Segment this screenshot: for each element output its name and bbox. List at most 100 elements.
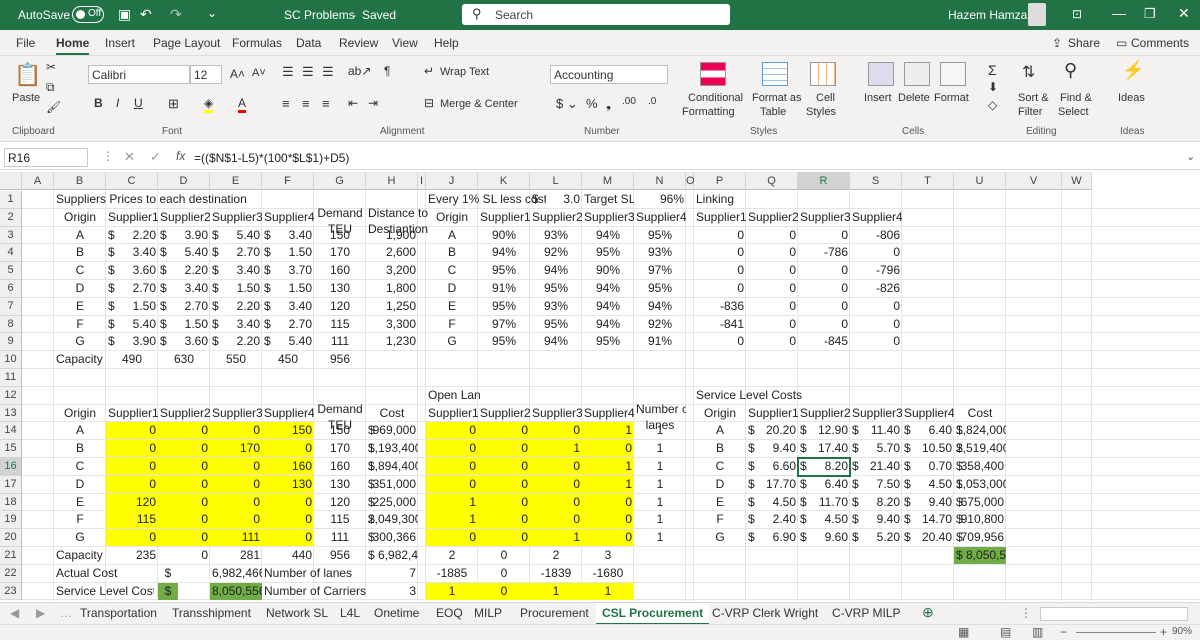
cell-H15[interactable]: 1,193,400: [366, 440, 418, 457]
cell-J6[interactable]: D: [426, 280, 478, 297]
format-table-icon[interactable]: [762, 62, 788, 86]
increase-decimal-icon[interactable]: .00: [622, 96, 636, 107]
cell-B23[interactable]: Service Level Cost: [54, 583, 154, 600]
cell-J14[interactable]: 0: [426, 422, 478, 440]
cell-E18[interactable]: 0: [210, 493, 262, 511]
cell-K14[interactable]: 0: [478, 422, 530, 440]
insert-cells-button[interactable]: Insert: [864, 92, 892, 104]
cell-E2[interactable]: Supplier3: [210, 209, 262, 227]
cell-H3[interactable]: 1,900: [366, 227, 418, 244]
cell-P16[interactable]: C: [694, 458, 746, 475]
cell-Q18[interactable]: 4.50: [746, 494, 798, 511]
cell-N17[interactable]: 1: [634, 476, 686, 493]
column-header[interactable]: M: [582, 172, 634, 190]
cell-J23[interactable]: 1: [426, 582, 478, 600]
cell-D18[interactable]: 0: [158, 493, 210, 511]
cell-R13[interactable]: Supplier2: [798, 405, 850, 422]
cell-B9[interactable]: G: [54, 333, 106, 350]
cell-G2[interactable]: Demand: [314, 205, 366, 222]
cell-S14[interactable]: 11.40: [850, 422, 902, 439]
column-header[interactable]: F: [262, 172, 314, 190]
cell-R3[interactable]: 0: [798, 227, 850, 244]
cell-H7[interactable]: 1,250: [366, 298, 418, 315]
column-header[interactable]: V: [1006, 172, 1062, 190]
cell-P2[interactable]: Supplier1: [694, 209, 746, 227]
delete-cells-icon[interactable]: [904, 62, 930, 86]
cell-F6[interactable]: 1.50: [262, 280, 314, 297]
underline-icon[interactable]: U: [134, 96, 143, 110]
cell-B3[interactable]: A: [54, 227, 106, 244]
cell-E3[interactable]: 5.40: [210, 227, 262, 244]
cell-N20[interactable]: 1: [634, 529, 686, 546]
cell-E4[interactable]: 2.70: [210, 244, 262, 261]
tab-eoq[interactable]: EOQ: [436, 606, 463, 620]
decrease-decimal-icon[interactable]: .0: [648, 96, 656, 107]
expand-formula-icon[interactable]: ⌄: [1186, 150, 1195, 163]
cell-R7[interactable]: 0: [798, 298, 850, 315]
cell-E22[interactable]: 6,982,466: [210, 565, 262, 582]
menu-data[interactable]: Data: [296, 36, 321, 50]
cell-C10[interactable]: 490: [106, 351, 158, 368]
cell-Q16[interactable]: 6.60: [746, 458, 798, 475]
column-header[interactable]: W: [1062, 172, 1092, 190]
cell-L21[interactable]: 2: [530, 547, 582, 564]
save-icon[interactable]: ▣: [118, 6, 131, 23]
cell-G4[interactable]: 170: [314, 244, 366, 261]
column-header[interactable]: A: [22, 172, 54, 190]
cell-B16[interactable]: C: [54, 458, 106, 475]
cell-E19[interactable]: 0: [210, 511, 262, 529]
cell-Q17[interactable]: 17.70: [746, 476, 798, 493]
cell-T14[interactable]: 6.40: [902, 422, 954, 439]
cell-F2[interactable]: Supplier4: [262, 209, 314, 227]
cell-J7[interactable]: E: [426, 298, 478, 315]
merge-icon[interactable]: ⊟: [424, 96, 434, 110]
cell-G8[interactable]: 115: [314, 316, 366, 333]
cell-F4[interactable]: 1.50: [262, 244, 314, 261]
align-left-icon[interactable]: ≡: [282, 96, 290, 111]
cell-G13[interactable]: Demand: [314, 401, 366, 418]
cell-C13[interactable]: Supplier1: [106, 405, 158, 422]
cell-F8[interactable]: 2.70: [262, 316, 314, 333]
cell-C7[interactable]: 1.50: [106, 298, 158, 315]
row-header[interactable]: 1: [0, 191, 22, 209]
row-header[interactable]: 15: [0, 440, 22, 458]
row-header[interactable]: 14: [0, 422, 22, 441]
cell-L7[interactable]: 93%: [530, 298, 582, 315]
italic-icon[interactable]: I: [116, 96, 119, 110]
cell-M18[interactable]: 0: [582, 493, 634, 511]
menu-formulas[interactable]: Formulas: [232, 36, 282, 50]
cancel-icon[interactable]: ✕: [124, 149, 135, 165]
cell-P8[interactable]: -841: [694, 316, 746, 333]
cell-R9[interactable]: -845: [798, 333, 850, 350]
cell-G14[interactable]: 150: [314, 422, 366, 439]
cell-C21[interactable]: 235: [106, 547, 158, 564]
comma-icon[interactable]: ❟: [606, 96, 611, 112]
cell-K4[interactable]: 94%: [478, 244, 530, 261]
cell-B6[interactable]: D: [54, 280, 106, 297]
cell-F19[interactable]: 0: [262, 511, 314, 529]
cell-U13[interactable]: Cost: [954, 405, 1006, 422]
cell-T19[interactable]: 14.70: [902, 511, 954, 528]
column-header[interactable]: K: [478, 172, 530, 190]
cell-L9[interactable]: 94%: [530, 333, 582, 350]
format-table-label[interactable]: Format as: [752, 92, 802, 104]
cell-D9[interactable]: 3.60: [158, 333, 210, 350]
cell-T18[interactable]: 9.40: [902, 494, 954, 511]
cell-B4[interactable]: B: [54, 244, 106, 261]
cell-G15[interactable]: 170: [314, 440, 366, 457]
cell-B7[interactable]: E: [54, 298, 106, 315]
cell-Q4[interactable]: 0: [746, 244, 798, 261]
cell-P14[interactable]: A: [694, 422, 746, 439]
cell-N13[interactable]: Number of: [634, 401, 686, 418]
cell-K15[interactable]: 0: [478, 440, 530, 458]
cell-P7[interactable]: -836: [694, 298, 746, 315]
menu-view[interactable]: View: [392, 36, 418, 50]
row-header[interactable]: 20: [0, 529, 22, 547]
ideas-icon[interactable]: ⚡: [1122, 60, 1144, 81]
row-header[interactable]: 3: [0, 226, 22, 245]
cell-N5[interactable]: 97%: [634, 262, 686, 279]
enter-icon[interactable]: ✓: [150, 149, 161, 165]
orientation-icon[interactable]: ab↗: [348, 64, 371, 78]
cell-K17[interactable]: 0: [478, 475, 530, 493]
zoom-out-icon[interactable]: −: [1060, 625, 1067, 639]
